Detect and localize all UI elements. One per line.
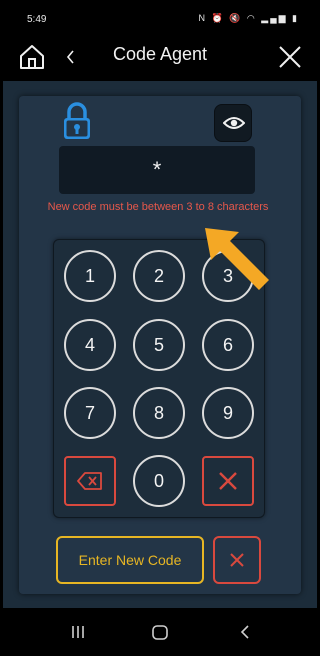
status-bar: 5:49 N ⏰ 🔇 ◠ ▂▄▆ ▮ xyxy=(3,0,317,33)
system-nav-bar xyxy=(3,608,317,656)
wifi-icon: ◠ xyxy=(246,13,257,23)
page-title: Code Agent xyxy=(112,44,208,64)
system-back-icon[interactable] xyxy=(235,620,255,644)
key-4[interactable]: 4 xyxy=(64,319,116,371)
x-icon xyxy=(230,553,244,567)
status-icons: N ⏰ 🔇 ◠ ▂▄▆ ▮ xyxy=(198,13,299,24)
error-message: New code must be between 3 to 8 characte… xyxy=(47,201,269,213)
lock-icon xyxy=(64,102,90,139)
back-chevron-icon xyxy=(66,50,74,64)
home-button[interactable] xyxy=(17,42,47,72)
signal-icon: ▂▄▆ xyxy=(261,13,288,23)
delete-key[interactable] xyxy=(64,456,116,506)
recent-apps-icon[interactable] xyxy=(68,620,88,644)
alarm-icon: ⏰ xyxy=(211,13,225,23)
clear-key[interactable] xyxy=(202,456,254,506)
mute-icon: 🔇 xyxy=(229,13,243,23)
key-0[interactable]: 0 xyxy=(133,455,185,507)
app-header: Code Agent xyxy=(3,33,317,81)
key-5[interactable]: 5 xyxy=(133,319,185,371)
battery-icon: ▮ xyxy=(292,13,299,23)
cancel-button[interactable] xyxy=(213,536,261,584)
backspace-icon xyxy=(77,472,102,490)
home-icon xyxy=(20,45,44,69)
code-display: * xyxy=(59,146,255,194)
key-8[interactable]: 8 xyxy=(133,387,185,439)
key-6[interactable]: 6 xyxy=(202,319,254,371)
phone-screen: 5:49 N ⏰ 🔇 ◠ ▂▄▆ ▮ Code Agent * New code… xyxy=(3,0,317,656)
close-icon xyxy=(279,46,301,68)
status-time: 5:49 xyxy=(27,14,47,25)
key-9[interactable]: 9 xyxy=(202,387,254,439)
eye-icon xyxy=(223,117,245,129)
show-code-button[interactable] xyxy=(214,104,252,142)
close-button[interactable] xyxy=(275,42,305,72)
key-2[interactable]: 2 xyxy=(133,250,185,302)
back-button[interactable] xyxy=(63,42,77,72)
enter-new-code-button[interactable]: Enter New Code xyxy=(56,536,204,584)
system-home-icon[interactable] xyxy=(150,620,170,644)
key-7[interactable]: 7 xyxy=(64,387,116,439)
key-3[interactable]: 3 xyxy=(202,250,254,302)
nfc-icon: N xyxy=(198,13,207,23)
key-1[interactable]: 1 xyxy=(64,250,116,302)
x-icon xyxy=(219,472,237,490)
